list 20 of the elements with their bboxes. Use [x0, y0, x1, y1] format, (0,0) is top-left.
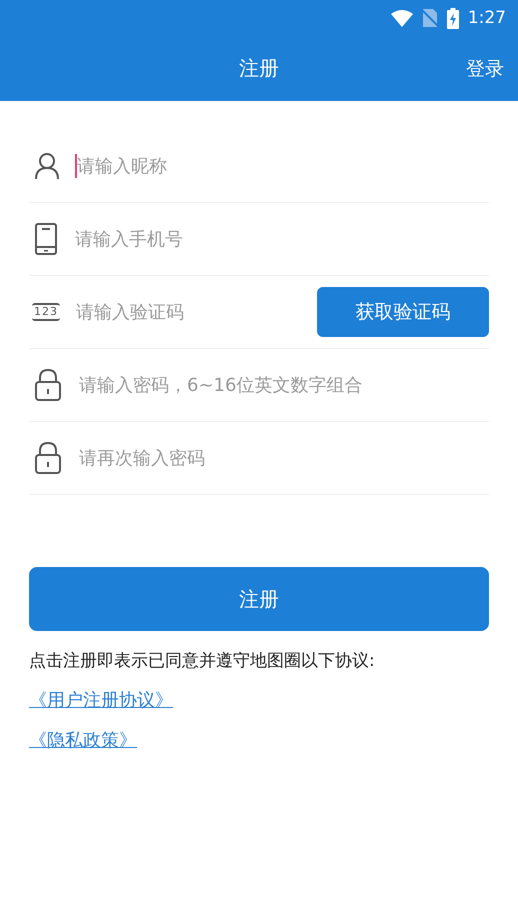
agreement-text: 点击注册即表示已同意并遵守地图圈以下协议: — [29, 650, 376, 672]
wifi-icon — [390, 10, 413, 26]
no-sim-icon — [422, 9, 438, 27]
phone-icon — [35, 223, 57, 255]
input-field[interactable]: 请输入密码，6~16位英文数字组合 — [79, 374, 489, 396]
get-code-button[interactable]: 获取验证码 — [317, 287, 489, 337]
agreement-link[interactable]: 《用户注册协议》 — [29, 688, 173, 712]
lock-icon — [35, 369, 61, 401]
login-link[interactable]: 登录 — [466, 56, 504, 82]
battery-charging-icon — [446, 8, 459, 28]
lock-icon — [35, 442, 61, 474]
input-field[interactable]: 请再次输入密码 — [79, 448, 489, 468]
user-icon — [35, 153, 59, 179]
status-time: 1:27 — [468, 8, 506, 28]
input-field[interactable]: 请输入手机号 — [75, 228, 489, 250]
agreement-link[interactable]: 《隐私政策》 — [29, 728, 137, 752]
input-field[interactable]: 请输入验证码 — [76, 302, 317, 322]
page-title: 注册 — [239, 55, 279, 82]
input-field[interactable]: 请输入昵称 — [77, 156, 489, 176]
register-button[interactable]: 注册 — [29, 567, 489, 631]
